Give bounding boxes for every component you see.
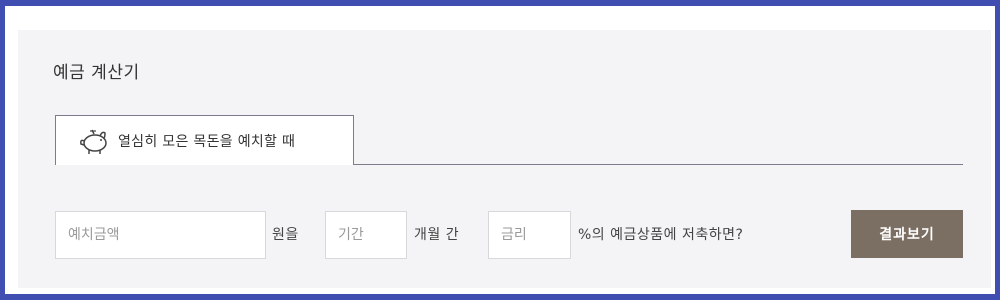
deposit-calculator-panel: 예금 계산기 열심히 모은 목돈을 예치할 때 원을 개월 간 %의 예금상품에… [18, 30, 991, 288]
view-result-button[interactable]: 결과보기 [851, 210, 963, 258]
tab-label: 열심히 모은 목돈을 예치할 때 [118, 133, 296, 150]
deposit-amount-input[interactable] [55, 211, 266, 259]
calculator-title: 예금 계산기 [53, 63, 140, 83]
amount-unit-label: 원을 [272, 227, 299, 243]
rate-suffix-label: %의 예금상품에 저축하면? [578, 227, 744, 243]
interest-rate-input[interactable] [488, 211, 571, 259]
outer-frame: 예금 계산기 열심히 모은 목돈을 예치할 때 원을 개월 간 %의 예금상품에… [5, 6, 995, 294]
piggy-bank-icon [80, 129, 107, 154]
period-input[interactable] [325, 211, 407, 259]
period-unit-label: 개월 간 [414, 227, 460, 243]
tab-deposit-lump-sum[interactable]: 열심히 모은 목돈을 예치할 때 [55, 115, 354, 165]
